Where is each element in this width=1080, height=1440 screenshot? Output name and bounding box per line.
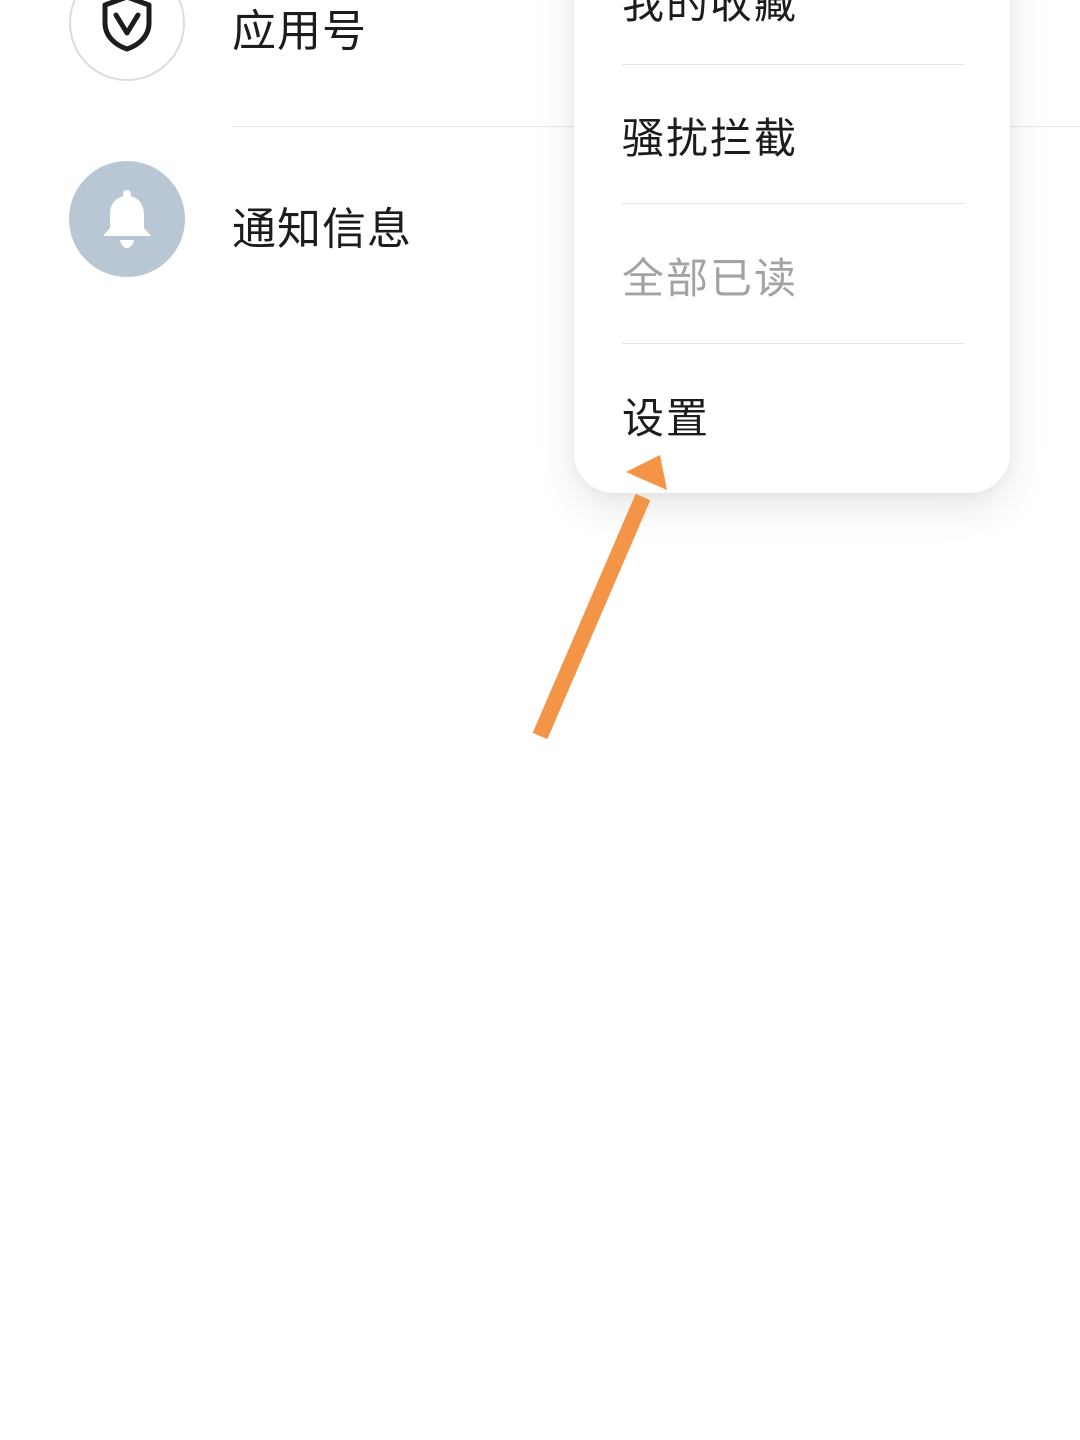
menu-divider	[622, 343, 964, 344]
notifications-avatar	[69, 161, 185, 277]
app-account-avatar	[69, 0, 185, 81]
app-account-label: 应用号	[232, 6, 367, 57]
messages-screen: 应用号 通知信息 我的收藏 骚扰拦截 全部已读 设置	[0, 0, 1080, 1440]
menu-item-favorites[interactable]: 我的收藏	[622, 0, 964, 70]
notifications-label: 通知信息	[232, 204, 412, 255]
menu-divider	[622, 203, 964, 204]
menu-item-mark-all-read[interactable]: 全部已读	[622, 205, 964, 345]
shield-v-icon	[102, 0, 152, 52]
bell-icon	[103, 190, 151, 248]
overflow-menu: 我的收藏 骚扰拦截 全部已读 设置	[574, 0, 1010, 493]
menu-item-settings[interactable]: 设置	[622, 345, 964, 485]
menu-item-harassment-block[interactable]: 骚扰拦截	[622, 65, 964, 205]
